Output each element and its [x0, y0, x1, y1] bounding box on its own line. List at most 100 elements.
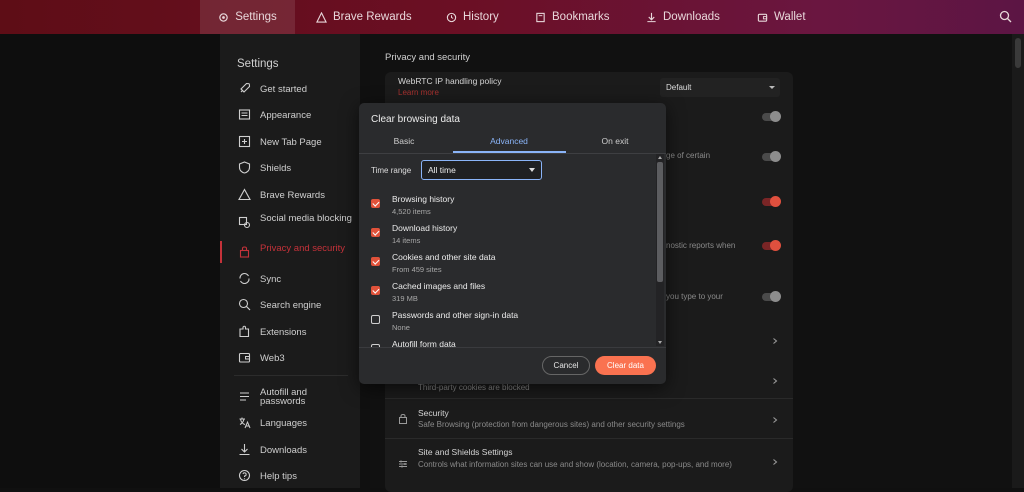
- webrtc-learn-more-link[interactable]: Learn more: [398, 88, 439, 97]
- download-icon: [647, 12, 656, 22]
- gear-icon: [219, 12, 228, 22]
- triangle-icon: [238, 188, 251, 201]
- sidebar-item-shields[interactable]: Shields: [220, 155, 360, 181]
- list-item[interactable]: Browsing history 4,520 items: [359, 189, 656, 218]
- toggle-switch[interactable]: [762, 291, 781, 302]
- site-settings-subtitle: Controls what information sites can use …: [418, 460, 732, 469]
- sidebar-item-languages[interactable]: Languages: [220, 410, 360, 436]
- list-item-title: Cached images and files: [392, 281, 486, 291]
- sidebar-item-label: Search engine: [260, 300, 322, 311]
- footer-divider: [359, 347, 666, 348]
- download-history-checkbox[interactable]: [371, 228, 380, 237]
- sidebar-item-label: Sync: [260, 274, 282, 285]
- sidebar-item-social-media-blocking[interactable]: Social media blocking: [220, 210, 360, 242]
- toggle-switch[interactable]: [762, 111, 781, 122]
- setting-text-fragment: you type to your: [666, 292, 723, 301]
- sidebar-item-new-tab-page[interactable]: New Tab Page: [220, 129, 360, 155]
- sidebar-item-label: Languages: [260, 418, 308, 429]
- chevron-right-icon[interactable]: [771, 416, 779, 424]
- toggle-switch[interactable]: [762, 151, 781, 162]
- chevron-right-icon[interactable]: [771, 458, 779, 466]
- data-type-list: Browsing history 4,520 items Download hi…: [359, 187, 656, 347]
- list-item[interactable]: Passwords and other sign-in data None: [359, 305, 656, 334]
- list-item-title: Autofill form data: [392, 339, 456, 347]
- scrollbar-thumb[interactable]: [657, 162, 663, 282]
- cancel-button[interactable]: Cancel: [542, 356, 590, 375]
- sidebar-item-label: Privacy and security: [260, 243, 346, 254]
- security-title[interactable]: Security: [418, 408, 449, 418]
- sidebar-item-label: Downloads: [260, 445, 307, 456]
- setting-text-fragment: ge of certain: [666, 151, 711, 160]
- security-subtitle: Safe Browsing (protection from dangerous…: [418, 420, 685, 429]
- time-range-value: All time: [428, 165, 456, 175]
- tab-basic[interactable]: Basic: [359, 136, 449, 146]
- new-tab-icon: [238, 135, 251, 148]
- dialog-scrollbar[interactable]: [656, 154, 664, 346]
- list-item-title: Download history: [392, 223, 458, 233]
- sidebar-item-downloads[interactable]: Downloads: [220, 437, 360, 463]
- site-settings-title[interactable]: Site and Shields Settings: [418, 447, 513, 457]
- cached-images-checkbox[interactable]: [371, 286, 380, 295]
- sidebar-item-label: Get started: [260, 84, 307, 95]
- sidebar-item-help-tips[interactable]: Help tips: [220, 463, 360, 489]
- cookies-checkbox[interactable]: [371, 257, 380, 266]
- scroll-down-icon[interactable]: [657, 341, 662, 344]
- list-item-subtitle: None: [392, 323, 410, 332]
- toggle-switch[interactable]: [762, 240, 781, 251]
- sidebar-item-extensions[interactable]: Extensions: [220, 319, 360, 345]
- tab-advanced[interactable]: Advanced: [464, 136, 554, 146]
- sidebar-item-search-engine[interactable]: Search engine: [220, 292, 360, 318]
- sidebar-item-label: Extensions: [260, 327, 307, 338]
- nav-wallet[interactable]: Wallet: [757, 0, 806, 34]
- nav-brave-rewards[interactable]: Brave Rewards: [316, 0, 412, 34]
- list-item[interactable]: Cached images and files 319 MB: [359, 276, 656, 305]
- page-scrollbar[interactable]: [1012, 34, 1024, 488]
- time-range-select[interactable]: All time: [421, 160, 542, 180]
- nav-settings[interactable]: Settings: [200, 0, 295, 34]
- sidebar-item-web3[interactable]: Web3: [220, 345, 360, 371]
- chevron-down-icon: [529, 168, 535, 172]
- sidebar-item-label: New Tab Page: [260, 137, 322, 148]
- search-icon[interactable]: [999, 10, 1012, 23]
- nav-wallet-label: Wallet: [774, 11, 806, 23]
- rocket-icon: [240, 82, 251, 93]
- nav-bookmarks-label: Bookmarks: [552, 11, 610, 23]
- divider: [385, 398, 793, 399]
- tab-on-exit[interactable]: On exit: [570, 136, 660, 146]
- list-item[interactable]: Cookies and other site data From 459 sit…: [359, 247, 656, 276]
- shield-icon: [238, 161, 251, 174]
- bookmark-icon: [536, 12, 545, 22]
- triangle-icon: [316, 11, 327, 23]
- chevron-right-icon[interactable]: [771, 377, 779, 385]
- list-item-title: Passwords and other sign-in data: [392, 310, 519, 320]
- list-item[interactable]: Autofill form data: [359, 334, 656, 347]
- nav-history[interactable]: History: [446, 0, 499, 34]
- search-icon: [238, 298, 251, 311]
- nav-brave-rewards-label: Brave Rewards: [333, 11, 412, 23]
- webrtc-policy-select[interactable]: Default: [660, 78, 780, 97]
- setting-text-fragment: nostic reports when: [666, 241, 736, 250]
- nav-downloads-label: Downloads: [663, 11, 720, 23]
- sidebar-item-label: Brave Rewards: [260, 190, 325, 201]
- left-background: [0, 34, 220, 488]
- help-icon: [238, 469, 251, 482]
- scrollbar-thumb[interactable]: [1015, 38, 1021, 68]
- nav-downloads[interactable]: Downloads: [646, 0, 720, 34]
- chevron-right-icon[interactable]: [771, 337, 779, 345]
- sidebar-item-label: Autofill and passwords: [260, 387, 308, 407]
- sidebar-item-appearance[interactable]: Appearance: [220, 102, 360, 128]
- language-icon: [239, 417, 251, 429]
- clear-data-button[interactable]: Clear data: [595, 356, 656, 375]
- tab-divider: [359, 153, 666, 154]
- history-icon: [446, 12, 457, 22]
- scroll-up-icon[interactable]: [657, 156, 662, 159]
- passwords-checkbox[interactable]: [371, 315, 380, 324]
- toggle-switch[interactable]: [762, 196, 781, 207]
- list-item-subtitle: 4,520 items: [392, 207, 431, 216]
- sidebar-item-sync[interactable]: Sync: [220, 266, 360, 292]
- nav-bookmarks[interactable]: Bookmarks: [535, 0, 610, 34]
- list-item[interactable]: Download history 14 items: [359, 218, 656, 247]
- browsing-history-checkbox[interactable]: [371, 199, 380, 208]
- sidebar-item-get-started[interactable]: Get started: [220, 76, 360, 102]
- sidebar-item-brave-rewards[interactable]: Brave Rewards: [220, 182, 360, 208]
